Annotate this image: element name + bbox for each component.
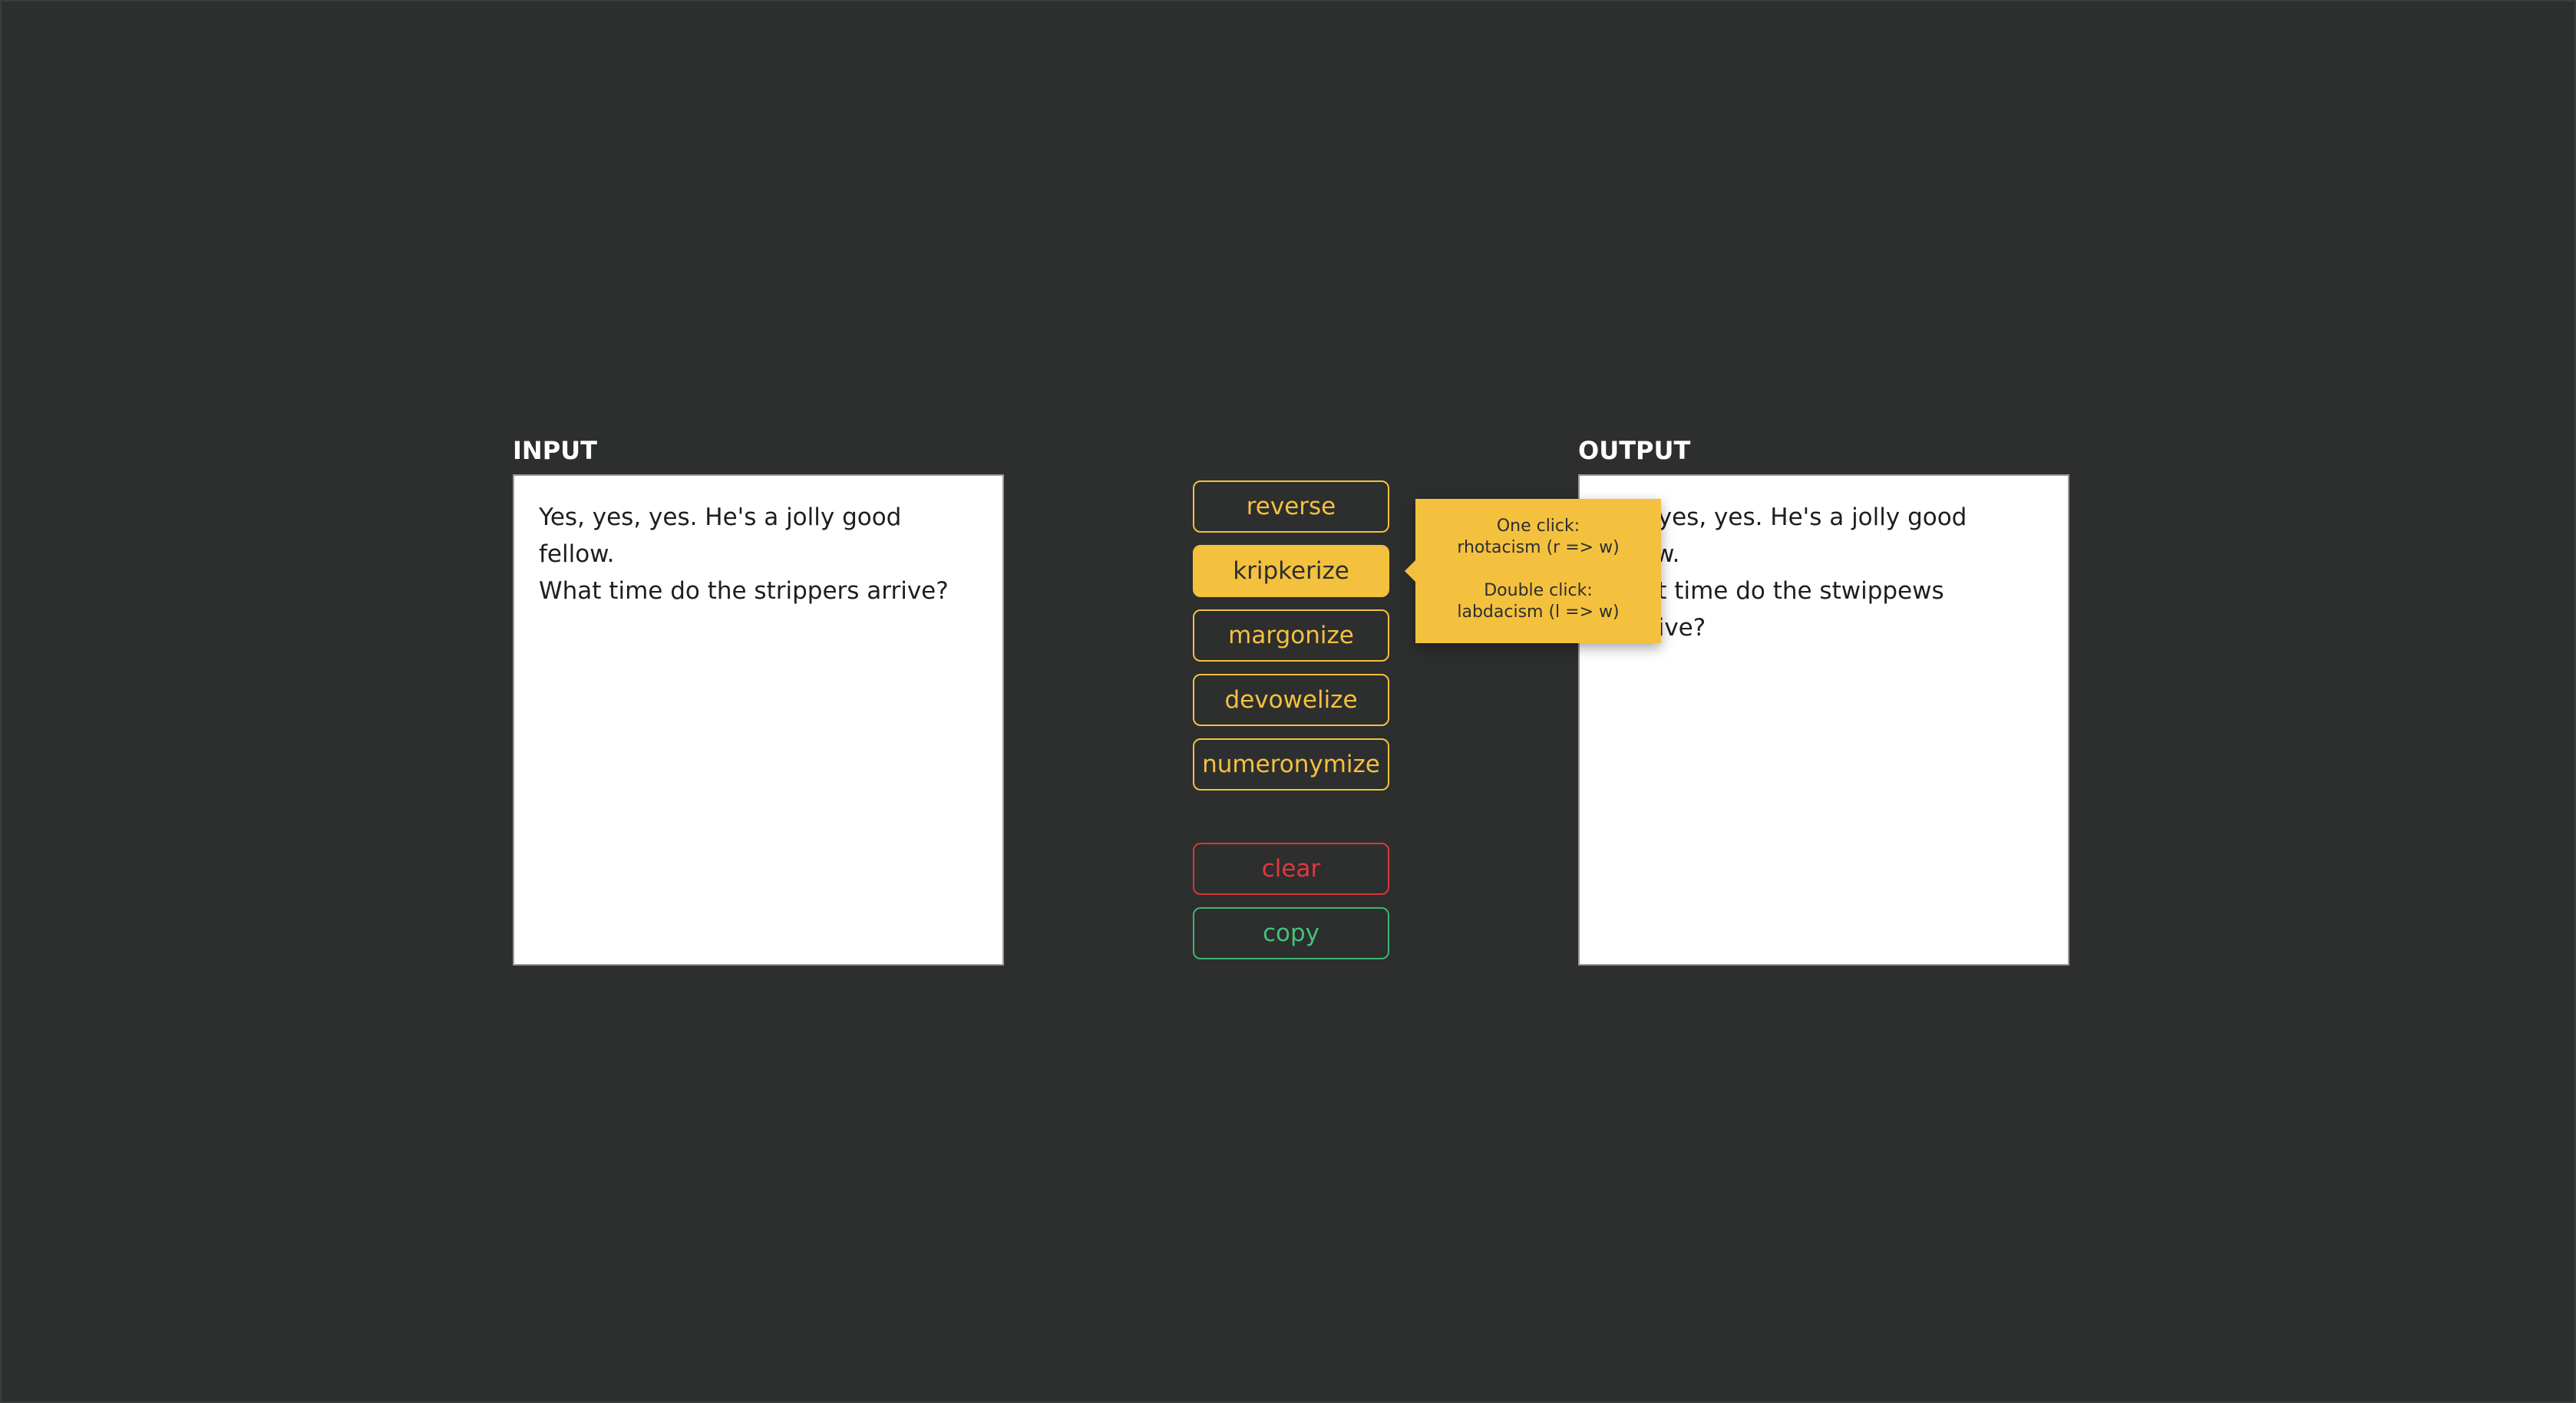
input-textarea[interactable]: Yes, yes, yes. He's a jolly good fellow.… [513,474,1004,966]
tooltip-one-click-desc: rhotacism (r => w) [1457,538,1620,557]
reverse-button[interactable]: reverse [1193,480,1389,533]
input-label: INPUT [513,436,597,465]
clear-button[interactable]: clear [1193,843,1389,895]
tooltip-double-click-title: Double click: [1484,581,1593,600]
kripkerize-button[interactable]: kripkerize [1193,545,1389,597]
margonize-button[interactable]: margonize [1193,609,1389,662]
copy-button[interactable]: copy [1193,907,1389,959]
tooltip-spacer [1415,559,1661,580]
tooltip-double-click-desc: labdacism (l => w) [1457,602,1620,622]
numeronymize-button[interactable]: numeronymize [1193,738,1389,791]
output-label: OUTPUT [1578,436,1691,465]
tooltip-one-click-title: One click: [1496,517,1580,536]
kripkerize-tooltip: One click: rhotacism (r => w) Double cli… [1405,499,1661,643]
devowelize-button[interactable]: devowelize [1193,674,1389,726]
app-frame: INPUT Yes, yes, yes. He's a jolly good f… [0,0,2576,1403]
